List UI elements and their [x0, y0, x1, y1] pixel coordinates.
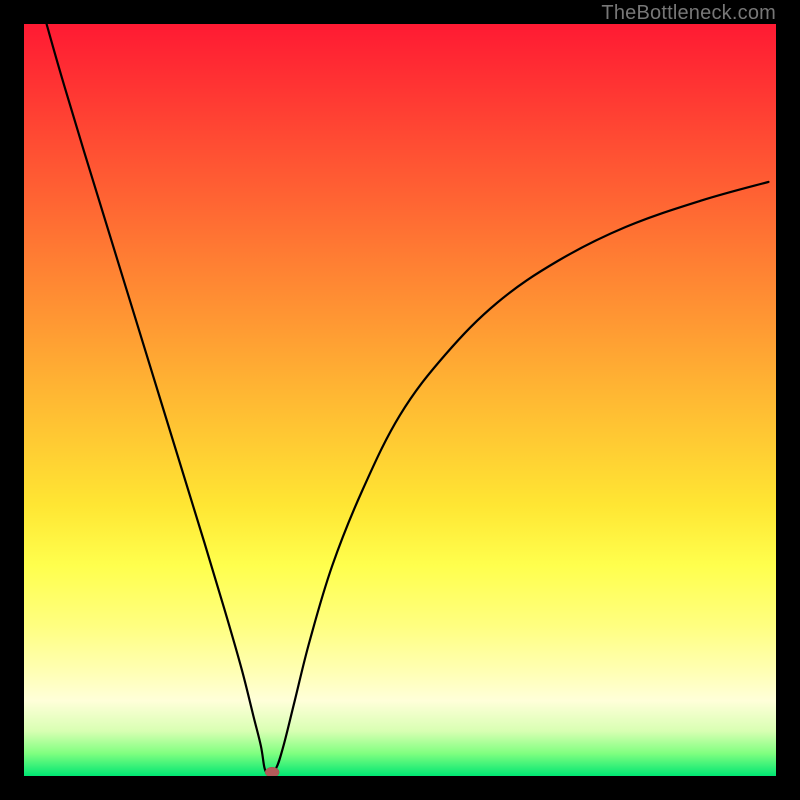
chart-svg: [24, 24, 776, 776]
watermark-text: TheBottleneck.com: [601, 2, 776, 25]
marker-dot: [265, 767, 279, 776]
bottleneck-curve: [47, 24, 769, 772]
